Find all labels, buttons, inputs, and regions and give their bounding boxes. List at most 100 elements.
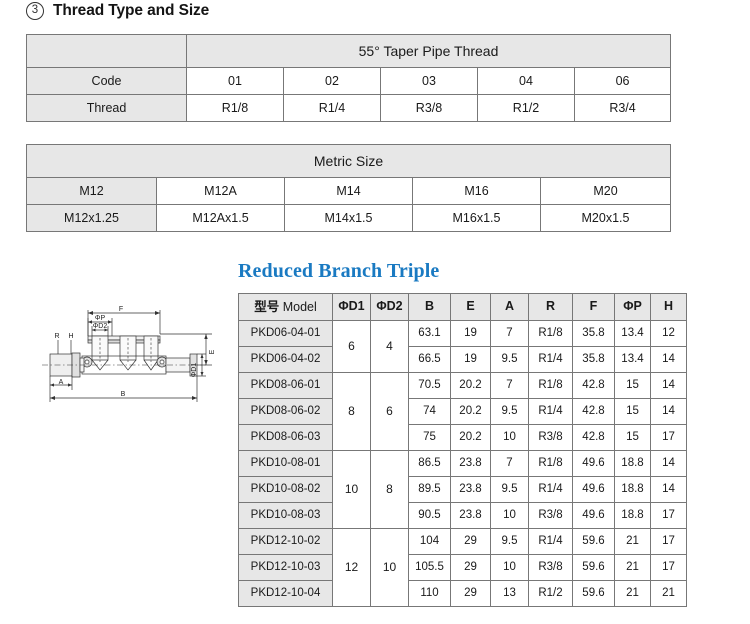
row-label-code: Code — [26, 67, 187, 95]
table-row: PKD06-04-01 6 4 63.1 19 7 R1/8 35.8 13.4 12 — [238, 320, 687, 373]
cell-b: 63.1 — [408, 320, 451, 347]
cell-b: 110 — [408, 580, 451, 607]
cell-e: 20.2 — [450, 372, 491, 399]
cell-a: 7 — [490, 450, 529, 477]
cell-phi-d2: 6 — [370, 372, 409, 451]
thread-value: R3/4 — [573, 94, 672, 122]
metric-table-title: Metric Size — [26, 144, 671, 178]
code-value: 02 — [283, 67, 381, 95]
thread-value: R1/2 — [477, 94, 575, 122]
cell-a: 9.5 — [490, 398, 529, 425]
table-row: PKD08-06-02 74 20.2 9.5 R1/4 42.8 15 14 — [238, 398, 687, 425]
section-number-badge: 3 — [26, 2, 44, 20]
cell-e: 19 — [450, 346, 491, 373]
product-technical-drawing: F ΦP ΦD2 R H A B E ΦD1 — [26, 292, 232, 412]
code-value: 06 — [573, 67, 672, 95]
cell-model: PKD08-06-02 — [238, 398, 333, 425]
metric-size: M20x1.5 — [540, 204, 671, 232]
specification-table: 型号 Model ΦD1 ΦD2 B E A R F ΦP H PKD06-04… — [238, 293, 687, 607]
code-value: 04 — [477, 67, 575, 95]
cell-phi-p: 18.8 — [614, 450, 651, 477]
cell-r: R1/4 — [528, 528, 573, 555]
cell-h: 14 — [650, 346, 687, 373]
cell-e: 19 — [450, 320, 491, 347]
cell-h: 17 — [650, 502, 687, 529]
table-row: PKD10-08-02 89.5 23.8 9.5 R1/4 49.6 18.8 14 — [238, 476, 687, 503]
cell-h: 14 — [650, 398, 687, 425]
cell-h: 14 — [650, 372, 687, 399]
cell-a: 10 — [490, 424, 529, 451]
column-header-e: E — [450, 293, 491, 321]
code-value: 01 — [186, 67, 284, 95]
dim-label-r: R — [54, 333, 59, 340]
metric-code: M14 — [284, 177, 413, 205]
cell-f: 49.6 — [572, 450, 615, 477]
table-row: Thread R1/8 R1/4 R3/8 R1/2 R3/4 — [26, 94, 672, 122]
column-header-phi-d2: ΦD2 — [370, 293, 409, 321]
cell-r: R1/8 — [528, 320, 573, 347]
cell-phi-p: 13.4 — [614, 346, 651, 373]
cell-e: 23.8 — [450, 476, 491, 503]
cell-phi-d1: 8 — [332, 372, 371, 451]
metric-size: M12x1.25 — [26, 204, 157, 232]
cell-e: 23.8 — [450, 502, 491, 529]
cell-f: 42.8 — [572, 372, 615, 399]
table-row: PKD12-10-04 110 29 13 R1/2 59.6 21 21 — [238, 580, 687, 607]
cell-r: R3/8 — [528, 502, 573, 529]
model-header-en: Model — [282, 299, 317, 314]
cell-a: 9.5 — [490, 476, 529, 503]
cell-phi-d2: 4 — [370, 320, 409, 373]
model-header-cjk: 型号 — [254, 298, 280, 314]
dim-label-phi-d2: ΦD2 — [93, 323, 108, 330]
table-row: PKD08-06-03 75 20.2 10 R3/8 42.8 15 17 — [238, 424, 687, 451]
cell-b: 74 — [408, 398, 451, 425]
cell-a: 7 — [490, 320, 529, 347]
cell-model: PKD10-08-01 — [238, 450, 333, 477]
row-label-thread: Thread — [26, 94, 187, 122]
table-header-row: 型号 Model ΦD1 ΦD2 B E A R F ΦP H — [238, 293, 687, 321]
cell-e: 20.2 — [450, 398, 491, 425]
cell-a: 9.5 — [490, 346, 529, 373]
code-value: 03 — [380, 67, 478, 95]
cell-a: 13 — [490, 580, 529, 607]
drawing-svg: F ΦP ΦD2 R H A B E ΦD1 — [42, 306, 216, 402]
column-header-f: F — [572, 293, 615, 321]
cell-phi-p: 13.4 — [614, 320, 651, 347]
page-title: Thread Type and Size — [53, 2, 210, 19]
dim-label-phi-p: ΦP — [95, 315, 106, 322]
cell-model: PKD12-10-02 — [238, 528, 333, 555]
dim-label-b: B — [121, 391, 126, 398]
cell-h: 14 — [650, 476, 687, 503]
cell-a: 10 — [490, 554, 529, 581]
table-row: PKD10-08-01 10 8 86.5 23.8 7 R1/8 49.6 18.8 14 — [238, 450, 687, 529]
cell-phi-d1: 12 — [332, 528, 371, 607]
cell-h: 21 — [650, 580, 687, 607]
cell-model: PKD12-10-04 — [238, 580, 333, 607]
cell-b: 70.5 — [408, 372, 451, 399]
dim-label-phi-d1: ΦD1 — [191, 363, 198, 378]
cell-phi-p: 15 — [614, 372, 651, 399]
dim-label-h: H — [68, 333, 73, 340]
thread-value: R1/8 — [186, 94, 284, 122]
cell-h: 12 — [650, 320, 687, 347]
metric-size: M16x1.5 — [412, 204, 541, 232]
cell-f: 42.8 — [572, 398, 615, 425]
cell-r: R1/4 — [528, 346, 573, 373]
cell-a: 7 — [490, 372, 529, 399]
cell-f: 35.8 — [572, 346, 615, 373]
cell-h: 14 — [650, 450, 687, 477]
cell-f: 42.8 — [572, 424, 615, 451]
table-row: Code 01 02 03 04 06 — [26, 67, 672, 95]
cell-f: 59.6 — [572, 554, 615, 581]
cell-f: 59.6 — [572, 528, 615, 555]
cell-phi-p: 18.8 — [614, 476, 651, 503]
cell-b: 75 — [408, 424, 451, 451]
cell-phi-p: 18.8 — [614, 502, 651, 529]
section-heading: 3 Thread Type and Size — [26, 2, 209, 20]
cell-b: 89.5 — [408, 476, 451, 503]
table-row: PKD08-06-01 8 6 70.5 20.2 7 R1/8 42.8 15 14 — [238, 372, 687, 451]
column-header-phi-d1: ΦD1 — [332, 293, 371, 321]
product-title: Reduced Branch Triple — [238, 260, 440, 282]
cell-model: PKD06-04-02 — [238, 346, 333, 373]
cell-phi-p: 21 — [614, 580, 651, 607]
